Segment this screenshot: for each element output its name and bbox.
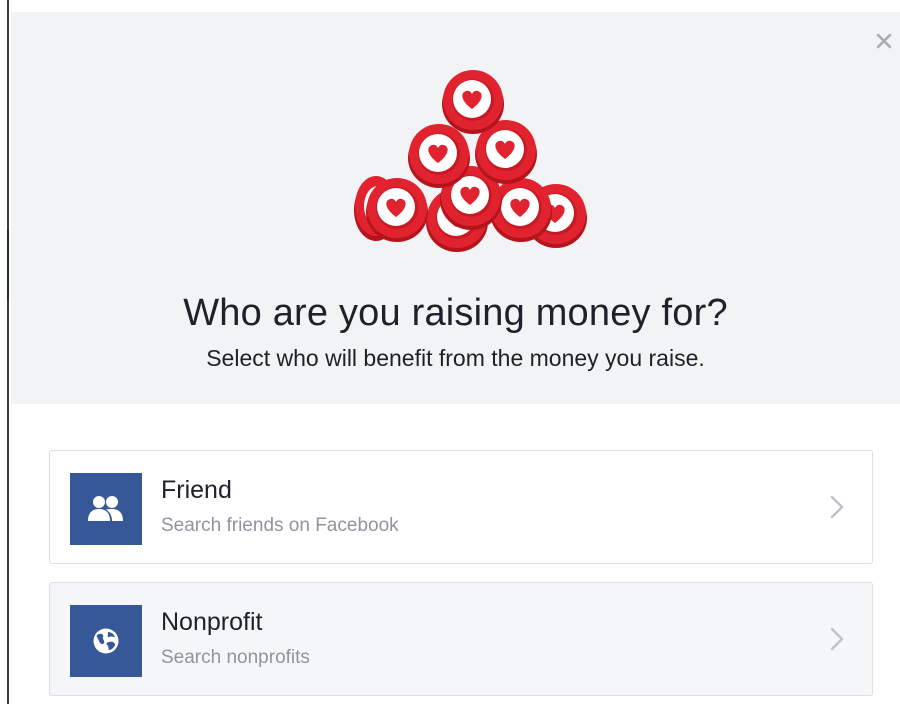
chevron-right-icon bbox=[830, 627, 844, 651]
window-edge bbox=[0, 0, 11, 704]
heart-coins-illustration bbox=[354, 70, 587, 252]
option-friend[interactable]: Friend Search friends on Facebook bbox=[49, 450, 873, 564]
option-nonprofit[interactable]: Nonprofit Search nonprofits bbox=[49, 582, 873, 696]
dialog-subtitle: Select who will benefit from the money y… bbox=[206, 345, 705, 371]
option-friend-sublabel: Search friends on Facebook bbox=[161, 515, 399, 536]
fundraiser-dialog: Who are you raising money for? Select wh… bbox=[11, 0, 900, 704]
window-edge-line bbox=[7, 0, 9, 704]
dialog-header: Who are you raising money for? Select wh… bbox=[11, 12, 900, 404]
option-nonprofit-sublabel: Search nonprofits bbox=[161, 647, 310, 668]
friends-icon bbox=[70, 473, 142, 545]
option-nonprofit-label: Nonprofit bbox=[161, 608, 263, 636]
globe-icon bbox=[70, 605, 142, 677]
option-friend-label: Friend bbox=[161, 476, 232, 504]
chevron-right-icon bbox=[830, 495, 844, 519]
dialog-title: Who are you raising money for? bbox=[183, 292, 728, 334]
close-icon[interactable] bbox=[875, 32, 893, 50]
